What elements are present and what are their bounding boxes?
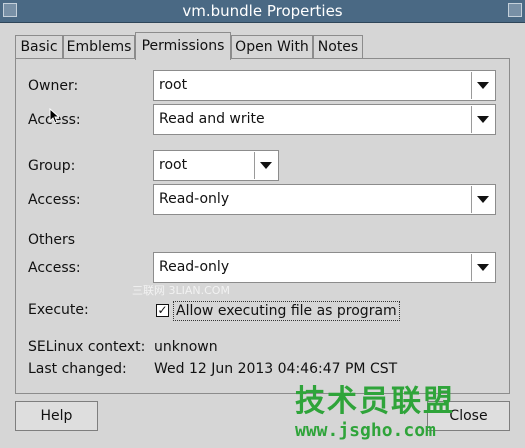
window-titlebar[interactable]: vm.bundle Properties (0, 0, 525, 23)
execute-label: Execute: (28, 302, 89, 318)
group-combo[interactable]: root (153, 150, 279, 181)
watermark-corner: 技术员联盟 www.jsgho.com (295, 376, 505, 442)
window-title: vm.bundle Properties (182, 2, 343, 20)
others-label: Others (28, 232, 76, 248)
chevron-down-icon (254, 152, 277, 179)
group-access-value: Read-only (159, 191, 230, 207)
chevron-down-icon (471, 186, 494, 213)
others-access-value: Read-only (159, 259, 230, 275)
tab-basic[interactable]: Basic (15, 35, 63, 59)
group-value: root (159, 157, 188, 173)
others-access-combo[interactable]: Read-only (153, 252, 496, 283)
group-access-combo[interactable]: Read-only (153, 184, 496, 215)
selinux-label: SELinux context: (28, 339, 146, 355)
mouse-cursor-icon (49, 108, 59, 124)
execute-checkbox-label[interactable]: Allow executing file as program (173, 301, 400, 321)
watermark-corner-url: www.jsgho.com (295, 420, 436, 441)
owner-access-value: Read and write (159, 111, 265, 127)
last-changed-label: Last changed: (28, 361, 127, 377)
owner-label: Owner: (28, 78, 79, 94)
chevron-down-icon (471, 254, 494, 281)
group-label: Group: (28, 158, 76, 174)
watermark-corner-title: 技术员联盟 (295, 384, 455, 419)
tab-permissions[interactable]: Permissions (135, 32, 231, 60)
watermark-inline: 三联网 3LIAN.COM (132, 284, 230, 297)
tab-emblems[interactable]: Emblems (63, 35, 135, 59)
execute-checkbox[interactable]: ✓ (156, 304, 169, 317)
last-changed-value: Wed 12 Jun 2013 04:46:47 PM CST (154, 361, 398, 377)
owner-combo[interactable]: root (153, 70, 496, 101)
tab-open-with[interactable]: Open With (231, 35, 313, 59)
others-access-label: Access: (28, 260, 81, 276)
tab-notes[interactable]: Notes (313, 35, 363, 59)
group-access-label: Access: (28, 192, 81, 208)
selinux-value: unknown (154, 339, 218, 355)
owner-access-combo[interactable]: Read and write (153, 104, 496, 135)
chevron-down-icon (471, 106, 494, 133)
owner-value: root (159, 77, 188, 93)
window-close-button[interactable] (508, 3, 522, 17)
chevron-down-icon (471, 72, 494, 99)
help-button[interactable]: Help (15, 401, 98, 431)
